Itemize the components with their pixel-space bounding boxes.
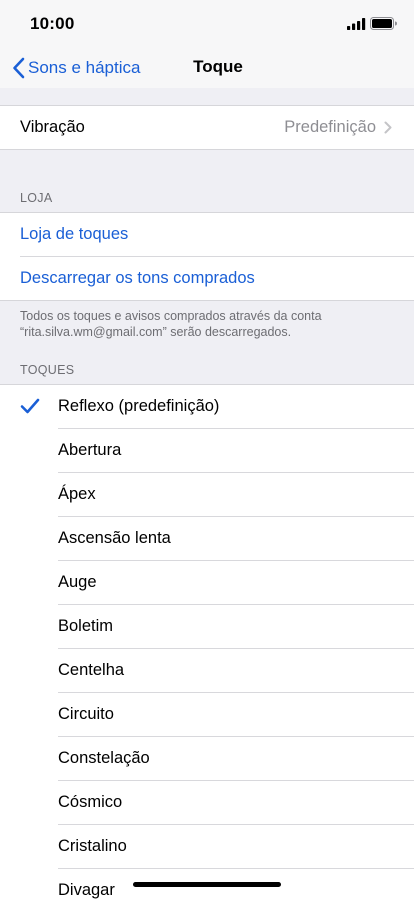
checkmark-icon — [20, 398, 40, 414]
list-item[interactable]: Boletim — [0, 605, 414, 648]
tone-label: Circuito — [58, 705, 114, 723]
tone-label: Centelha — [58, 661, 125, 679]
list-item[interactable]: Constelação — [0, 737, 414, 780]
store-footer-note: Todos os toques e avisos comprados atrav… — [20, 309, 322, 339]
chevron-right-icon — [384, 121, 392, 134]
store-group: Loja de toques Descarregar os tons compr… — [0, 212, 414, 301]
tone-store-link[interactable]: Loja de toques — [0, 213, 414, 256]
list-item[interactable]: Auge — [0, 561, 414, 604]
list-item[interactable]: Divagar — [0, 869, 414, 912]
tone-store-label: Loja de toques — [20, 225, 129, 243]
vibration-value: Predefinição — [284, 118, 376, 136]
navigation-bar: Sons e háptica Toque — [0, 48, 414, 88]
tone-label: Abertura — [58, 441, 122, 459]
cellular-signal-icon — [347, 18, 366, 30]
list-item[interactable]: Cristalino — [0, 825, 414, 868]
store-section-header: LOJA — [20, 191, 53, 205]
download-purchased-link[interactable]: Descarregar os tons comprados — [0, 257, 414, 300]
battery-icon — [370, 17, 397, 30]
status-bar: 10:00 — [0, 0, 414, 48]
list-item[interactable]: Circuito — [0, 693, 414, 736]
list-item[interactable]: Abertura — [0, 429, 414, 472]
list-item[interactable]: Ápex — [0, 473, 414, 516]
download-purchased-label: Descarregar os tons comprados — [20, 269, 255, 287]
tones-list: Reflexo (predefinição) Abertura Ápex Ascens… — [0, 384, 414, 912]
page-title: Toque — [193, 57, 243, 76]
tone-label: Ascensão lenta — [58, 529, 171, 547]
tone-label: Cristalino — [58, 837, 127, 855]
tone-label: Boletim — [58, 617, 114, 635]
tone-label: Divagar — [58, 881, 115, 899]
list-item[interactable]: Ascensão lenta — [0, 517, 414, 560]
tone-label: Ápex — [58, 485, 96, 503]
home-indicator — [133, 882, 281, 887]
list-item[interactable]: Centelha — [0, 649, 414, 692]
list-item[interactable]: Cósmico — [0, 781, 414, 824]
vibration-label: Vibração — [20, 118, 85, 136]
vibration-row[interactable]: Vibração Predefinição — [0, 106, 414, 149]
status-time: 10:00 — [30, 14, 75, 33]
list-item[interactable]: Reflexo (predefinição) — [0, 385, 414, 428]
tone-label: Constelação — [58, 749, 150, 767]
tones-section-header: TOQUES — [20, 363, 75, 377]
tone-label: Auge — [58, 573, 97, 591]
tone-label: Reflexo (predefinição) — [58, 397, 220, 415]
vibration-group: Vibração Predefinição — [0, 105, 414, 150]
tone-label: Cósmico — [58, 793, 123, 811]
